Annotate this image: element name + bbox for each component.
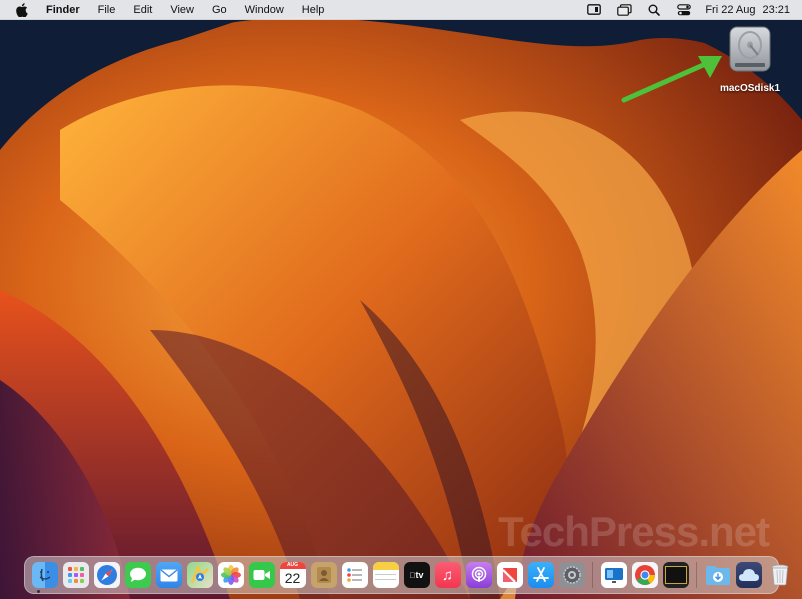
tv-label: tv [412,570,423,580]
dock-trash-icon[interactable] [767,562,793,588]
screen-record-icon[interactable] [586,3,602,17]
menu-clock[interactable]: Fri 22 Aug 23:21 [699,4,790,16]
dock-clock-widget-icon[interactable] [662,562,689,588]
desktop-disk-item[interactable]: macOSdisk1 [718,25,782,94]
dock-calendar-icon[interactable]: AUG 22 [279,562,306,588]
menu-window[interactable]: Window [236,0,293,20]
dock-separator-2 [696,562,697,588]
menu-help[interactable]: Help [293,0,334,20]
dock-system-settings-icon[interactable] [558,562,585,588]
dock-icloud-drive-icon[interactable] [735,562,762,588]
dock-chrome-icon[interactable] [631,562,658,588]
clock-widget-display [664,566,687,584]
disk-label: macOSdisk1 [719,83,781,94]
dock: AUG 22 tv ♫ [24,556,788,594]
menu-view[interactable]: View [161,0,203,20]
dock-news-icon[interactable] [496,562,523,588]
menu-bar: Finder File Edit View Go Window Help Fri… [0,0,802,20]
music-note-icon: ♫ [441,566,454,584]
menu-go[interactable]: Go [203,0,236,20]
control-center-icon[interactable] [676,3,692,17]
dock-mail-icon[interactable] [155,562,182,588]
dock-reminders-icon[interactable] [341,562,368,588]
dock-app-store-icon[interactable] [527,562,554,588]
dock-separator [592,562,593,588]
dock-remote-desktop-icon[interactable] [600,562,627,588]
dock-safari-icon[interactable] [93,562,120,588]
dock-notes-icon[interactable] [372,562,399,588]
calendar-day: 22 [284,570,301,586]
annotation-arrow [621,56,722,103]
dock-messages-icon[interactable] [124,562,151,588]
desktop[interactable]: TechPress.net macOSdisk1 [0,0,802,599]
menu-file[interactable]: File [89,0,125,20]
dock-finder-icon[interactable] [31,562,58,588]
dock-photos-icon[interactable] [217,562,244,588]
dock-music-icon[interactable]: ♫ [434,562,461,588]
search-icon[interactable] [646,3,662,17]
dock-downloads-folder-icon[interactable] [705,562,731,588]
dock-maps-icon[interactable] [186,562,213,588]
watermark: TechPress.net [498,508,770,555]
apple-menu-icon[interactable] [14,0,30,20]
menu-finder[interactable]: Finder [42,0,89,20]
dock-facetime-icon[interactable] [248,562,275,588]
dock-tv-icon[interactable]: tv [403,562,430,588]
dock-podcasts-icon[interactable] [465,562,492,588]
menu-edit[interactable]: Edit [124,0,161,20]
calendar-month: AUG [279,562,306,569]
hard-disk-icon [729,26,771,72]
window-stage-icon[interactable] [616,3,632,17]
finder-running-indicator [37,590,40,593]
dock-contacts-icon[interactable] [310,562,337,588]
dock-launchpad-icon[interactable] [62,562,89,588]
clock-date: Fri 22 Aug [705,3,756,16]
clock-time: 23:21 [762,3,790,16]
